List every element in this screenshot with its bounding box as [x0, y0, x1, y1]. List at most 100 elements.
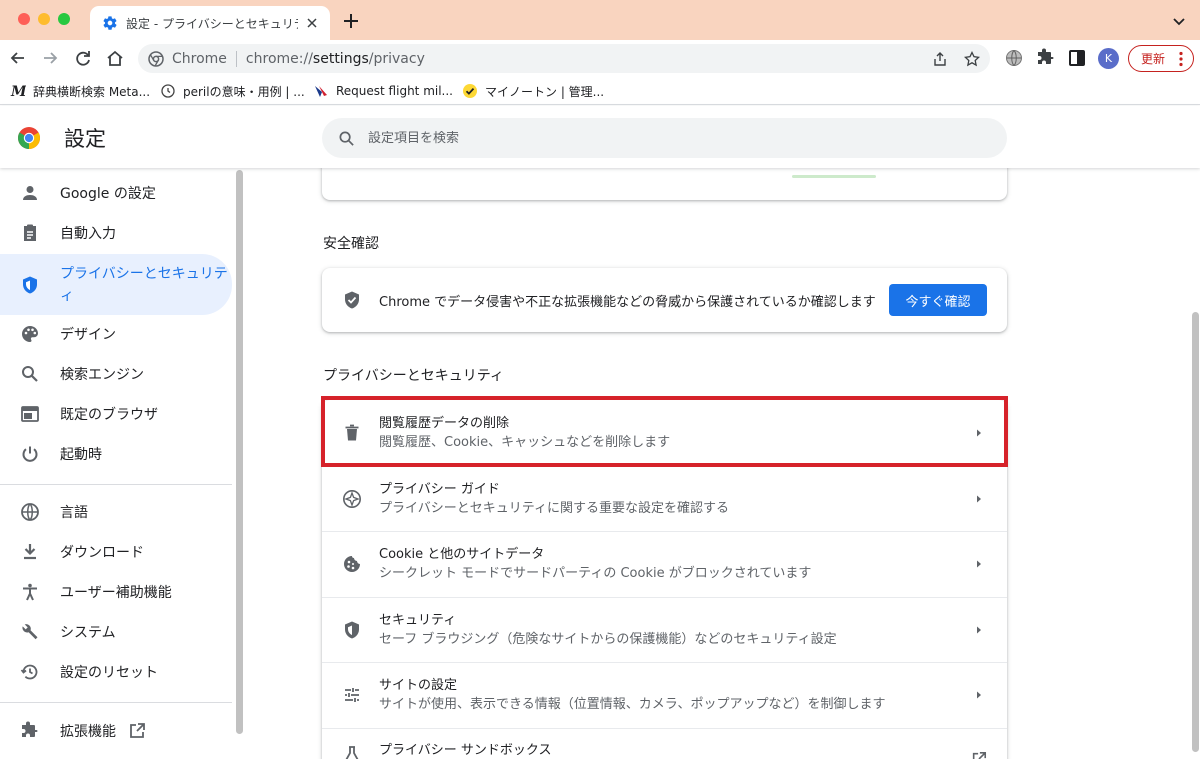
- profile-avatar[interactable]: K: [1098, 48, 1119, 69]
- browser-window-icon: [21, 406, 39, 422]
- bookmark-item[interactable]: Request flight mil...: [313, 82, 453, 100]
- sidebar-item-accessibility[interactable]: ユーザー補助機能: [0, 573, 232, 611]
- sidebar-item-autofill[interactable]: 自動入力: [0, 214, 232, 252]
- puzzle-icon: [22, 721, 38, 737]
- security-shield-icon: [345, 621, 359, 639]
- tab-search-chevron-icon[interactable]: [1172, 14, 1186, 28]
- sidebar-item-design[interactable]: デザイン: [0, 315, 232, 353]
- row-security[interactable]: セキュリティ セーフ ブラウジング（危険なサイトからの保護機能）などのセキュリテ…: [322, 596, 1007, 663]
- close-window-button[interactable]: [18, 13, 30, 25]
- row-description: プライバシーとセキュリティに関する重要な設定を確認する: [379, 500, 729, 516]
- back-icon[interactable]: [8, 48, 28, 68]
- card-illustration-fragment: [792, 175, 876, 178]
- globe-icon: [21, 503, 39, 521]
- main-scrollbar-thumb[interactable]: [1192, 312, 1199, 752]
- previous-card: [322, 168, 1007, 200]
- row-privacy-sandbox[interactable]: プライバシー サンドボックス: [322, 727, 1007, 759]
- clipboard-icon: [24, 224, 36, 241]
- settings-search-input[interactable]: [368, 130, 1007, 146]
- row-description: セーフ ブラウジング（危険なサイトからの保護機能）などのセキュリティ設定: [379, 631, 837, 647]
- airline-icon: [315, 86, 327, 97]
- sidebar-item-default-browser[interactable]: 既定のブラウザ: [0, 395, 232, 433]
- download-icon: [24, 544, 36, 560]
- row-privacy-guide[interactable]: プライバシー ガイド プライバシーとセキュリティに関する重要な設定を確認する: [322, 465, 1007, 532]
- sidebar-divider: [0, 702, 232, 703]
- person-icon: [23, 186, 37, 200]
- bookmark-item[interactable]: マイノートン | 管理...: [462, 82, 604, 100]
- bookmark-star-icon[interactable]: [964, 51, 980, 67]
- browser-toolbar: Chrome chrome://settings/privacy K 更新: [0, 40, 1200, 77]
- cookie-icon: [344, 556, 360, 573]
- accessibility-icon: [23, 583, 37, 601]
- svg-text:M: M: [10, 84, 26, 99]
- safety-check-heading: 安全確認: [323, 236, 379, 252]
- browser-tab[interactable]: 設定 - プライバシーとセキュリティ: [90, 6, 330, 40]
- wrench-icon: [22, 624, 38, 640]
- extension-globe-icon[interactable]: [1004, 48, 1024, 68]
- arrow-right-icon: [977, 560, 981, 568]
- tune-icon: [345, 688, 359, 703]
- norton-check-icon: [463, 84, 477, 98]
- privacy-section-heading: プライバシーとセキュリティ: [323, 368, 504, 384]
- sidebar-scrollbar-thumb[interactable]: [236, 170, 243, 734]
- omnibox-site-label: Chrome: [172, 50, 227, 67]
- omnibox-url: chrome://settings/privacy: [245, 50, 425, 67]
- open-in-new-icon: [130, 723, 145, 738]
- power-icon: [22, 446, 38, 462]
- bookmarks-bar: M 辞典横断検索 Meta... perilの意味・用例 | ... Reque…: [0, 77, 1200, 105]
- row-title: プライバシー サンドボックス: [379, 742, 552, 758]
- update-button[interactable]: 更新: [1128, 45, 1194, 72]
- history-icon: [20, 664, 38, 680]
- bookmark-item[interactable]: perilの意味・用例 | ...: [160, 82, 305, 100]
- chrome-logo-icon: [18, 127, 40, 149]
- sidebar-item-extensions[interactable]: 拡張機能: [0, 712, 232, 750]
- settings-sidebar: Google の設定 自動入力 プライバシーとセキュリティ デザイン 検索エンジ…: [0, 168, 246, 759]
- search-icon: [339, 131, 354, 146]
- sidebar-item-google[interactable]: Google の設定: [0, 174, 232, 212]
- sidebar-divider: [0, 484, 232, 485]
- verified-shield-icon: [345, 291, 359, 309]
- forward-icon[interactable]: [40, 48, 60, 68]
- close-tab-icon[interactable]: [304, 15, 320, 31]
- settings-header: 設定: [0, 106, 1200, 168]
- palette-icon: [22, 326, 38, 342]
- row-site-settings[interactable]: サイトの設定 サイトが使用、表示できる情報（位置情報、カメラ、ポップアップなど）…: [322, 662, 1007, 728]
- sidebar-item-reset[interactable]: 設定のリセット: [0, 653, 232, 691]
- open-in-new-icon: [972, 751, 987, 759]
- row-title: Cookie と他のサイトデータ: [379, 547, 545, 563]
- arrow-right-icon: [977, 495, 981, 503]
- search-icon: [22, 366, 38, 382]
- shield-icon: [23, 276, 37, 293]
- extensions-puzzle-icon[interactable]: [1036, 48, 1056, 68]
- sidebar-item-search-engine[interactable]: 検索エンジン: [0, 355, 232, 393]
- minimize-window-button[interactable]: [38, 13, 50, 25]
- new-tab-icon[interactable]: [342, 12, 360, 30]
- tab-title: 設定 - プライバシーとセキュリティ: [126, 16, 298, 31]
- more-vert-icon: [1179, 51, 1183, 67]
- bookmark-item[interactable]: M 辞典横断検索 Meta...: [10, 82, 150, 100]
- home-icon[interactable]: [105, 48, 125, 68]
- zoom-window-button[interactable]: [58, 13, 70, 25]
- sidebar-item-startup[interactable]: 起動時: [0, 435, 232, 473]
- sidebar-item-privacy[interactable]: プライバシーとセキュリティ: [0, 254, 232, 315]
- highlight-box: [321, 396, 1008, 467]
- row-description: サイトが使用、表示できる情報（位置情報、カメラ、ポップアップなど）を制御します: [379, 697, 886, 713]
- settings-main: 安全確認 Chrome でデータ侵害や不正な拡張機能などの脅威から保護されている…: [246, 168, 1200, 759]
- reload-icon[interactable]: [73, 48, 93, 68]
- tab-bar: 設定 - プライバシーとセキュリティ: [0, 0, 1200, 40]
- flask-icon: [345, 745, 359, 759]
- omnibox-separator: [235, 50, 237, 67]
- settings-search-box[interactable]: [322, 118, 1007, 158]
- row-cookies[interactable]: Cookie と他のサイトデータ シークレット モードでサードパーティの Coo…: [322, 531, 1007, 597]
- update-label: 更新: [1141, 52, 1166, 66]
- side-panel-icon[interactable]: [1067, 48, 1087, 68]
- sidebar-item-languages[interactable]: 言語: [0, 493, 232, 531]
- safety-check-card: Chrome でデータ侵害や不正な拡張機能などの脅威から保護されているか確認しま…: [322, 268, 1007, 332]
- address-bar[interactable]: Chrome chrome://settings/privacy: [138, 44, 990, 73]
- share-icon[interactable]: [932, 51, 948, 67]
- sidebar-item-system[interactable]: システム: [0, 613, 232, 651]
- row-title: セキュリティ: [379, 612, 457, 628]
- sidebar-item-downloads[interactable]: ダウンロード: [0, 533, 232, 571]
- page-title: 設定: [64, 127, 106, 151]
- check-now-button[interactable]: 今すぐ確認: [889, 284, 987, 316]
